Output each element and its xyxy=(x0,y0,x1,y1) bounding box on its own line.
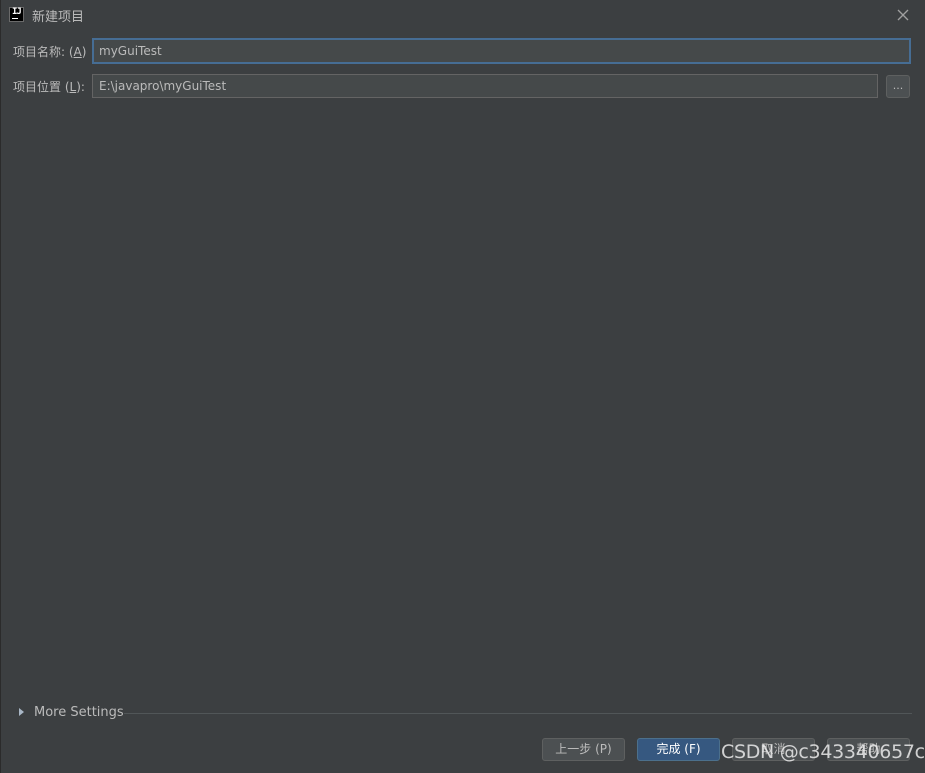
finish-button[interactable]: 完成 (F) xyxy=(637,738,720,761)
window-title: 新建项目 xyxy=(32,10,85,25)
project-name-label: 项目名称: (A) xyxy=(13,45,87,59)
close-icon[interactable] xyxy=(894,6,912,24)
project-location-input[interactable] xyxy=(92,74,878,98)
divider xyxy=(124,713,912,714)
new-project-dialog: IJ 新建项目 项目名称: (A) 项目位置 (L): ... More Set… xyxy=(0,0,925,773)
intellij-icon: IJ xyxy=(9,7,24,22)
more-settings-label: More Settings xyxy=(34,705,124,720)
expand-triangle-icon xyxy=(19,708,24,716)
title-bar: IJ 新建项目 xyxy=(1,0,925,30)
browse-button[interactable]: ... xyxy=(886,75,910,98)
project-name-input[interactable] xyxy=(92,38,911,64)
project-location-label: 项目位置 (L): xyxy=(13,80,85,94)
previous-button[interactable]: 上一步 (P) xyxy=(542,738,625,761)
watermark: CSDN @c343340657c xyxy=(721,741,925,763)
